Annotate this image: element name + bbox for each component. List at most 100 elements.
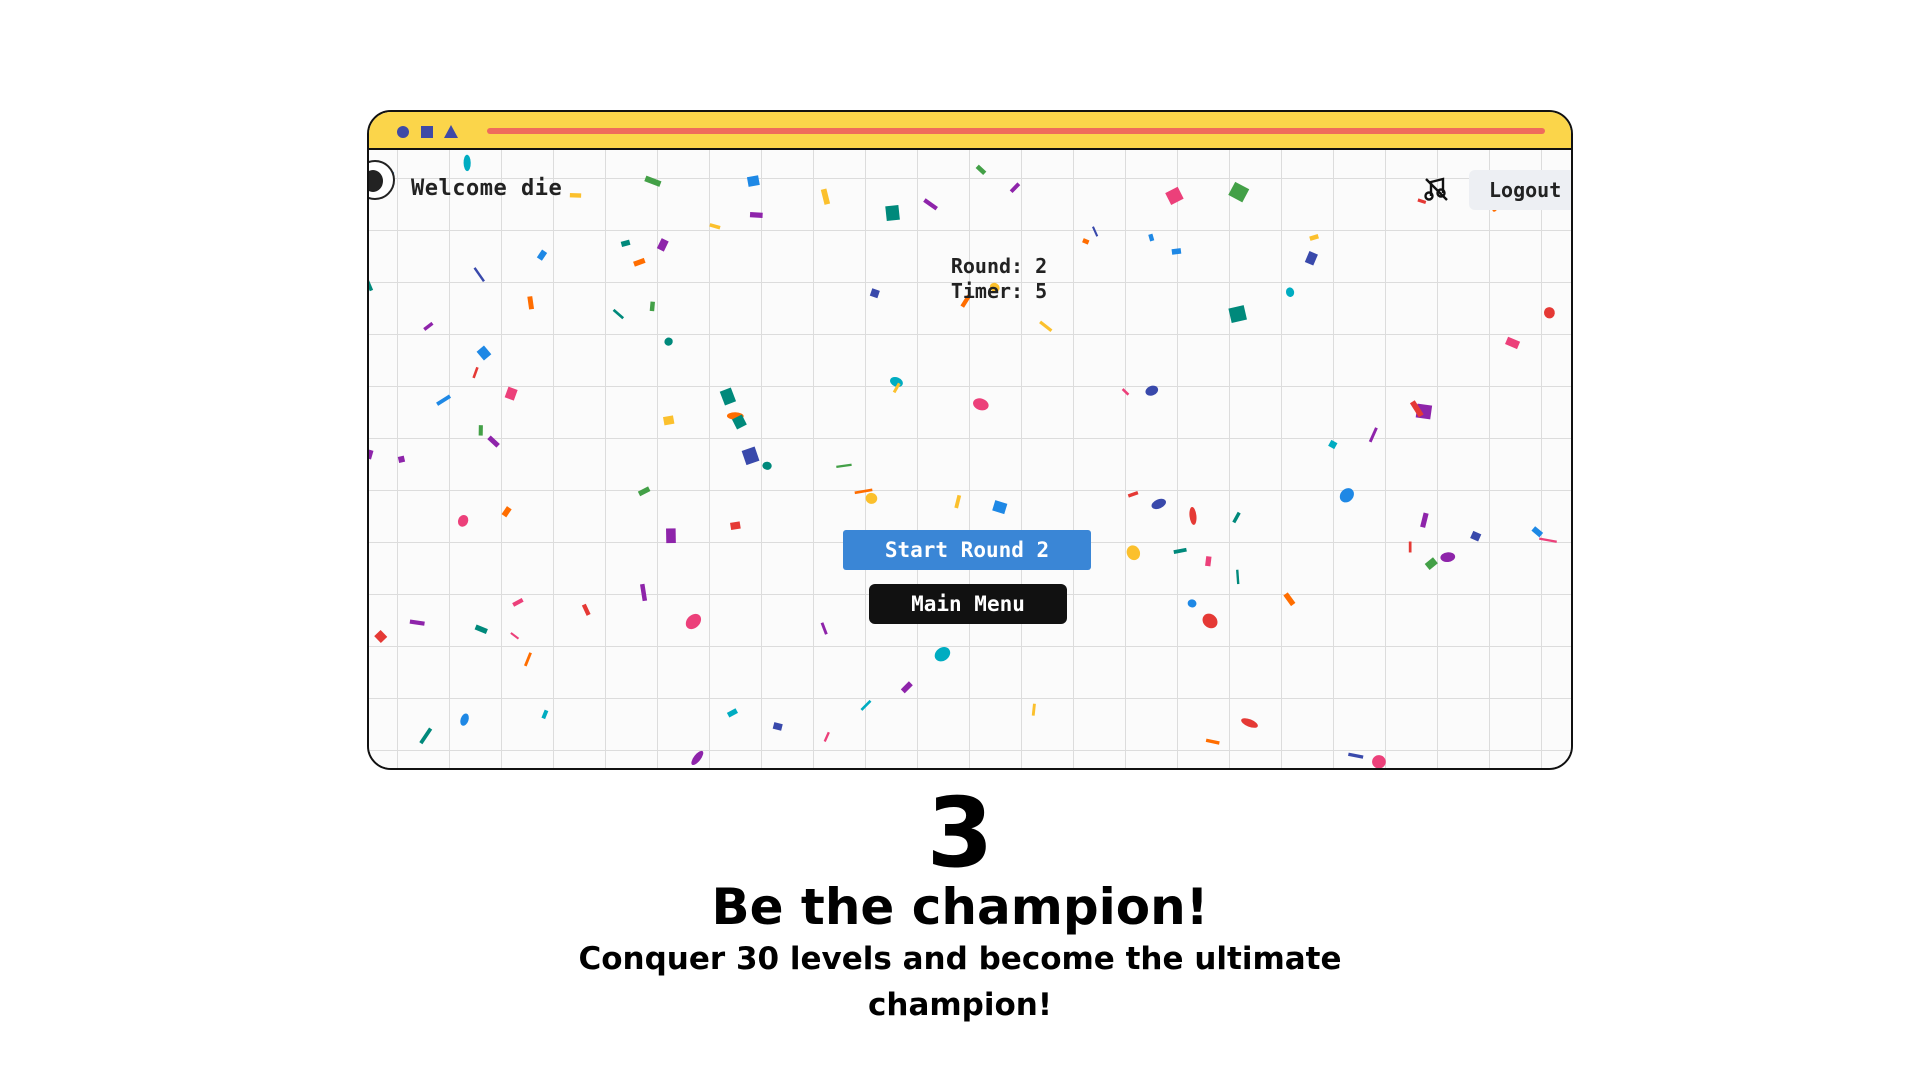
confetti-piece xyxy=(644,175,662,187)
confetti-piece xyxy=(409,619,425,626)
confetti-piece xyxy=(890,376,903,387)
confetti-piece xyxy=(1328,439,1338,450)
confetti-piece xyxy=(649,301,655,312)
confetti-piece xyxy=(954,494,962,509)
confetti-piece xyxy=(732,414,747,430)
confetti-piece xyxy=(1309,234,1319,241)
confetti-piece xyxy=(836,463,852,468)
confetti-piece xyxy=(730,521,741,531)
confetti-piece xyxy=(512,598,524,607)
confetti-piece xyxy=(1126,545,1141,561)
confetti-piece xyxy=(523,652,532,667)
confetti-piece xyxy=(1187,599,1197,608)
confetti-piece xyxy=(1470,530,1482,542)
confetti-piece xyxy=(762,461,772,470)
confetti-piece xyxy=(885,204,900,222)
confetti-piece xyxy=(1205,738,1220,745)
confetti-piece xyxy=(397,455,406,464)
confetti-piece xyxy=(374,629,388,644)
confetti-layer xyxy=(369,154,1557,768)
timer-label: Timer: 5 xyxy=(950,279,1048,303)
confetti-piece xyxy=(1241,718,1258,728)
confetti-piece xyxy=(1009,182,1021,194)
confetti-piece xyxy=(1505,336,1521,350)
avatar[interactable] xyxy=(369,160,395,200)
browser-window: Welcome die Logout Round: 2 Timer: 5 Sta… xyxy=(367,110,1573,770)
confetti-piece xyxy=(487,435,500,448)
confetti-piece xyxy=(1348,752,1364,759)
confetti-piece xyxy=(473,267,485,282)
confetti-piece xyxy=(975,164,987,176)
confetti-piece xyxy=(719,387,737,406)
confetti-piece xyxy=(1173,547,1187,554)
confetti-piece xyxy=(1424,557,1438,570)
confetti-piece xyxy=(772,722,783,731)
confetti-piece xyxy=(423,321,434,331)
confetti-piece xyxy=(923,198,938,211)
confetti-piece xyxy=(1339,488,1354,503)
confetti-piece xyxy=(1232,511,1241,524)
confetti-piece xyxy=(854,488,873,495)
address-bar xyxy=(487,128,1545,134)
subtext: Conquer 30 levels and become the ultimat… xyxy=(578,941,1342,1023)
confetti-piece xyxy=(709,223,721,230)
confetti-piece xyxy=(569,192,582,198)
confetti-piece xyxy=(685,613,702,630)
confetti-piece xyxy=(726,708,739,718)
confetti-piece xyxy=(478,425,483,436)
confetti-piece xyxy=(746,175,760,187)
welcome-text: Welcome die xyxy=(411,176,563,201)
confetti-piece xyxy=(369,449,374,460)
confetti-piece xyxy=(620,239,631,247)
confetti-piece xyxy=(474,624,488,635)
step-number: 3 xyxy=(926,777,994,889)
confetti-piece xyxy=(691,750,704,766)
avatar-face-icon xyxy=(369,170,383,192)
confetti-piece xyxy=(1082,238,1090,245)
confetti-piece xyxy=(1531,526,1544,538)
round-stats: Round: 2 Timer: 5 xyxy=(869,254,1129,304)
confetti-piece xyxy=(476,345,492,361)
confetti-piece xyxy=(510,632,520,640)
confetti-piece xyxy=(749,212,763,218)
logout-button[interactable]: Logout xyxy=(1469,170,1571,210)
confetti-piece xyxy=(637,486,651,497)
confetti-piece xyxy=(633,257,646,267)
confetti-piece xyxy=(1145,385,1159,396)
confetti-piece xyxy=(1189,506,1197,525)
confetti-piece xyxy=(419,727,433,745)
confetti-piece xyxy=(666,528,676,544)
start-round-button[interactable]: Start Round 2 xyxy=(843,530,1091,570)
confetti-piece xyxy=(1121,388,1130,396)
confetti-piece xyxy=(1409,400,1424,418)
confetti-piece xyxy=(1031,703,1036,716)
confetti-piece xyxy=(1228,305,1247,323)
music-off-icon[interactable] xyxy=(1421,174,1451,204)
confetti-piece xyxy=(1408,541,1412,553)
confetti-piece xyxy=(820,622,828,635)
browser-titlebar xyxy=(369,112,1571,150)
confetti-piece xyxy=(992,500,1008,515)
confetti-piece xyxy=(664,337,673,346)
confetti-piece xyxy=(1039,320,1053,333)
confetti-piece xyxy=(1304,250,1318,266)
confetti-piece xyxy=(1283,592,1296,607)
confetti-piece xyxy=(865,492,878,504)
confetti-piece xyxy=(1236,569,1240,585)
circle-icon xyxy=(397,126,409,138)
confetti-piece xyxy=(1415,403,1433,420)
triangle-icon xyxy=(444,125,458,138)
confetti-piece xyxy=(501,506,512,518)
confetti-piece xyxy=(663,415,675,426)
confetti-piece xyxy=(656,238,669,252)
confetti-piece xyxy=(1285,287,1295,297)
confetti-piece xyxy=(973,398,989,411)
confetti-piece xyxy=(1148,233,1155,242)
round-label: Round: 2 xyxy=(950,254,1048,278)
confetti-piece xyxy=(892,382,901,394)
main-menu-button[interactable]: Main Menu xyxy=(869,584,1067,624)
headline: Be the champion! xyxy=(711,878,1209,936)
confetti-piece xyxy=(457,514,469,527)
confetti-piece xyxy=(823,731,830,742)
confetti-piece xyxy=(527,296,535,310)
